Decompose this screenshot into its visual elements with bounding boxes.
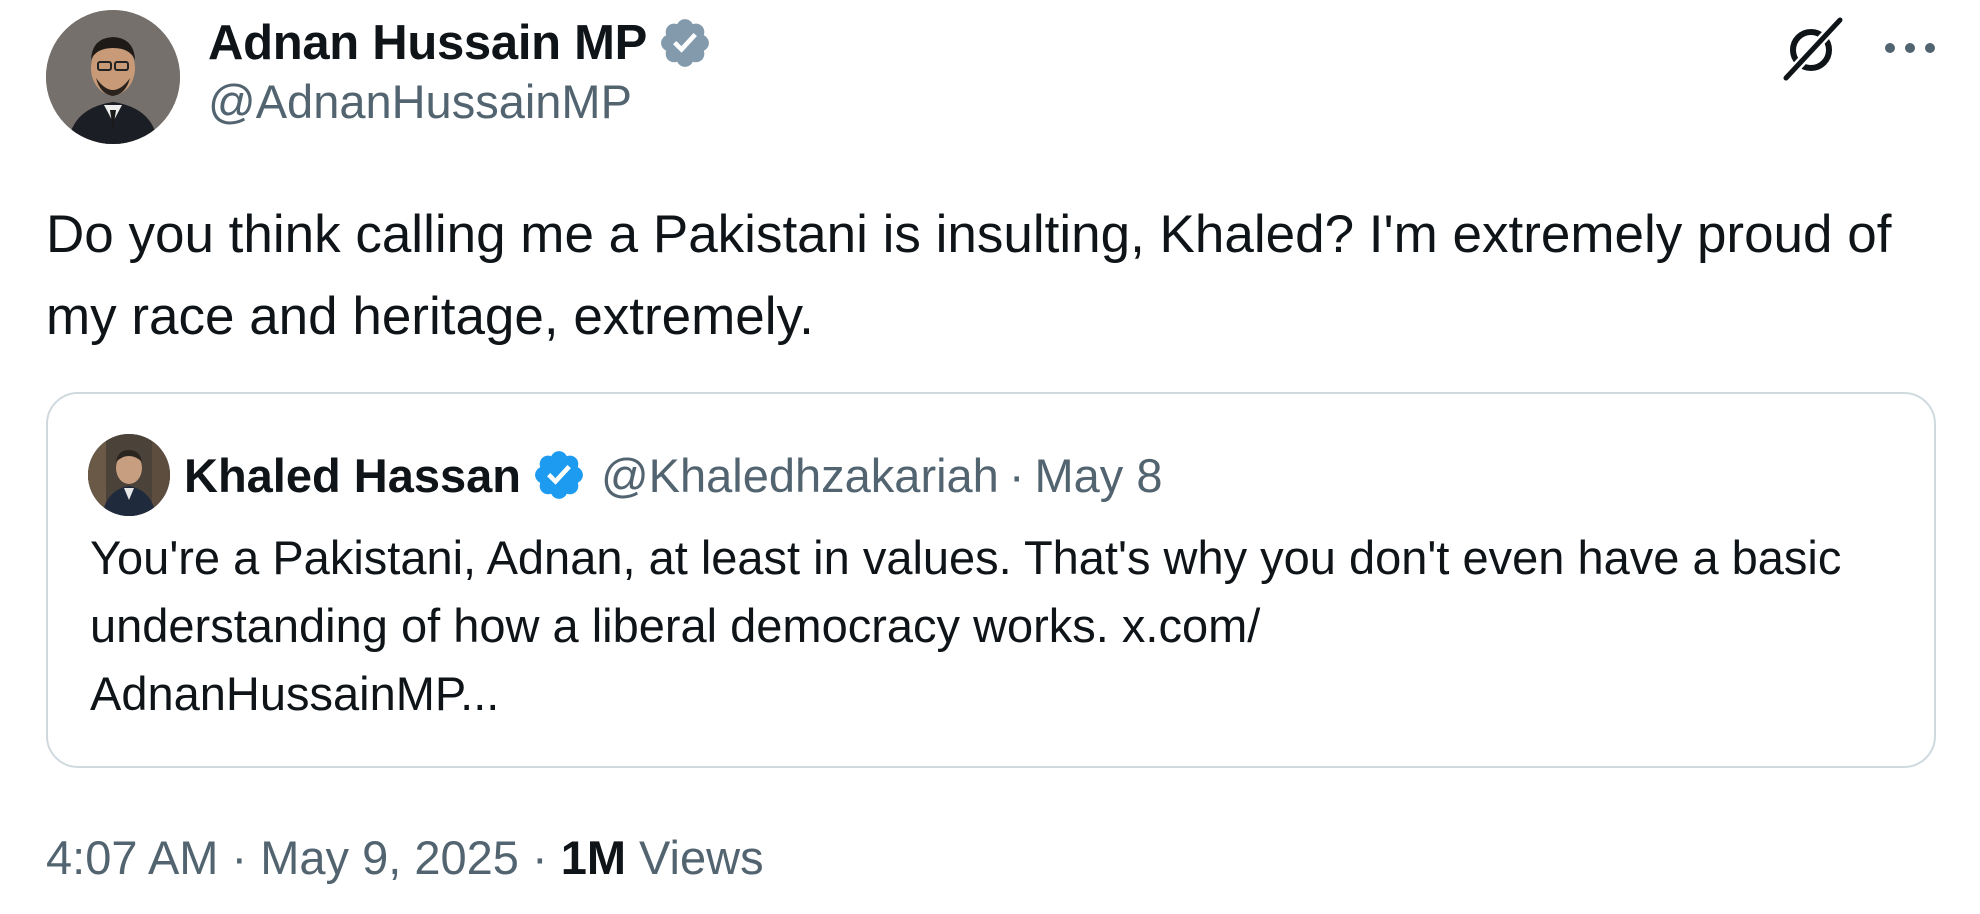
quoted-header-separator: · [1008,448,1025,502]
quoted-tweet-card[interactable]: Khaled Hassan @Khaledhzakariah · May 8 Y… [46,392,1936,768]
author-block: Adnan Hussain MP @AdnanHussainMP [208,12,713,129]
tweet-meta: 4:07 AM · May 9, 2025 · 1M Views [46,830,764,885]
tweet-text: Do you think calling me a Pakistani is i… [46,205,1892,346]
author-handle[interactable]: @AdnanHussainMP [208,74,713,129]
author-name[interactable]: Adnan Hussain MP [208,15,647,71]
meta-separator: · [218,831,261,884]
views-label: Views [625,831,764,884]
tweet-date[interactable]: May 9, 2025 [260,830,519,885]
quoted-author-handle[interactable]: @Khaledhzakariah [601,448,999,503]
grok-icon[interactable] [1778,14,1846,82]
quoted-tweet-date[interactable]: May 8 [1034,448,1162,503]
author-avatar[interactable] [46,10,180,144]
tweet: Adnan Hussain MP @AdnanHussainMP Do you … [0,0,1980,914]
verified-badge-icon [535,451,583,499]
quoted-author-avatar[interactable] [88,434,170,516]
views-count: 1M [560,831,626,884]
top-right-actions [1778,14,1938,82]
meta-separator: · [518,831,561,884]
more-options-icon[interactable] [1882,14,1938,82]
verified-badge-icon [661,19,709,67]
quoted-author-name[interactable]: Khaled Hassan [184,448,521,503]
quoted-tweet-text: You're a Pakistani, Adnan, at least in v… [90,524,1910,728]
author-name-row: Adnan Hussain MP [208,12,713,74]
quoted-tweet-header: Khaled Hassan @Khaledhzakariah · May 8 [88,434,1162,516]
tweet-time[interactable]: 4:07 AM [46,830,218,885]
quoted-tweet-text-content: You're a Pakistani, Adnan, at least in v… [90,531,1842,720]
